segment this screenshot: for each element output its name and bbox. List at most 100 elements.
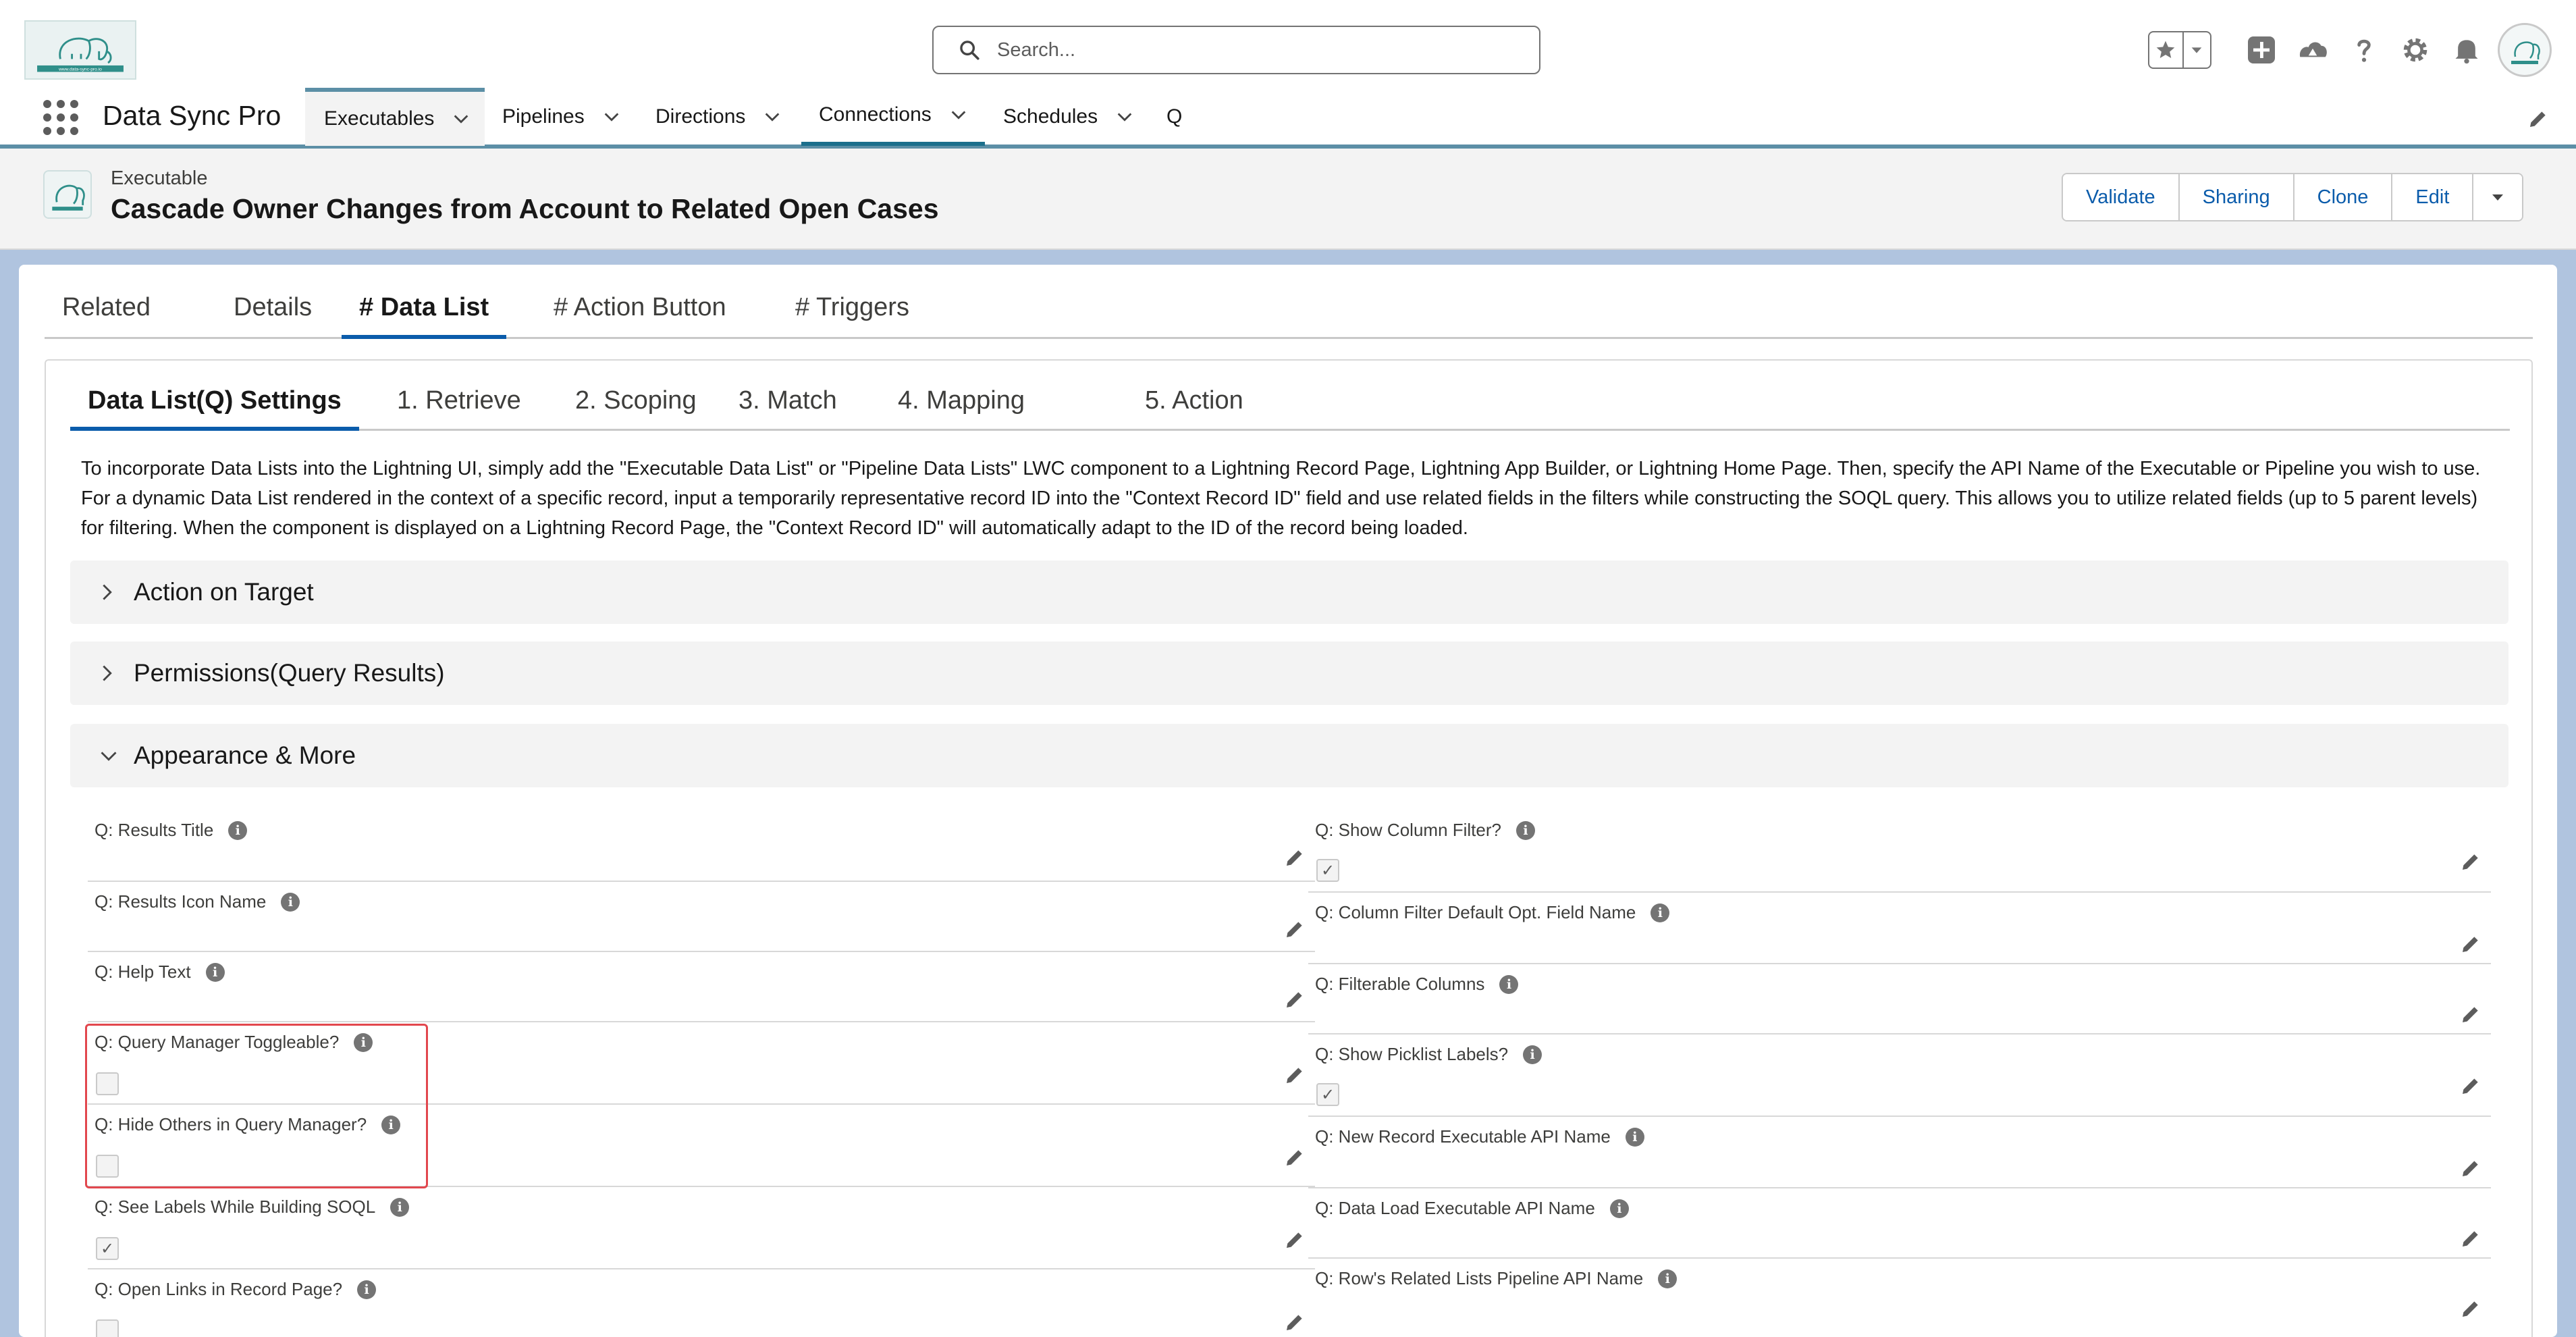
edit-field-button[interactable] <box>1281 916 1308 943</box>
edit-field-button[interactable] <box>1281 1144 1308 1171</box>
pencil-icon <box>2463 1231 2478 1247</box>
instruction-line: For a dynamic Data List rendered in the … <box>81 488 2478 509</box>
edit-field-button[interactable] <box>1281 844 1308 871</box>
search-icon <box>960 41 980 60</box>
section-title: Appearance & More <box>134 741 356 769</box>
edit-field-button[interactable] <box>2457 1001 2484 1028</box>
user-avatar[interactable] <box>2498 23 2552 77</box>
sharing-button[interactable]: Sharing <box>2179 174 2295 220</box>
setup-button[interactable] <box>2390 24 2441 76</box>
highlight-box <box>85 1024 428 1188</box>
nav-item-q[interactable]: Q <box>1166 88 1182 146</box>
app-navigation-bar: Data Sync Pro Executables Pipelines Dire… <box>0 88 2576 149</box>
edit-nav-icon[interactable] <box>2527 108 2549 130</box>
trailhead-button[interactable] <box>2287 24 2338 76</box>
help-button[interactable] <box>2338 24 2390 76</box>
info-icon[interactable]: i <box>1499 974 1519 994</box>
trailhead-icon <box>2299 42 2327 57</box>
chevron-down-icon[interactable] <box>763 107 782 126</box>
nav-item-executables[interactable]: Executables <box>305 88 485 146</box>
show-column-filter-checkbox[interactable]: ✓ <box>1316 859 1339 882</box>
section-permissions[interactable]: Permissions(Query Results) <box>70 641 2508 705</box>
edit-field-button[interactable] <box>2457 1225 2484 1252</box>
favorites-menu-button[interactable] <box>2184 32 2210 68</box>
chevron-down-icon[interactable] <box>949 105 968 124</box>
more-actions-button[interactable] <box>2473 174 2523 220</box>
edit-field-button[interactable] <box>2457 1155 2484 1182</box>
show-picklist-labels-checkbox[interactable]: ✓ <box>1316 1083 1339 1106</box>
nav-item-directions[interactable]: Directions <box>655 88 782 146</box>
info-icon[interactable]: i <box>1515 820 1535 840</box>
info-icon[interactable]: i <box>228 820 248 840</box>
pencil-icon <box>1287 1150 1302 1165</box>
field-new-record-executable-api-name: Q: New Record Executable API Name i <box>1308 1117 2491 1188</box>
field-filterable-columns: Q: Filterable Columns i <box>1308 964 2491 1034</box>
edit-field-button[interactable] <box>2457 1295 2484 1322</box>
info-icon[interactable]: i <box>1609 1199 1629 1218</box>
subtab-match[interactable]: 3. Match <box>739 386 837 431</box>
field-label: Q: Row's Related Lists Pipeline API Name <box>1315 1268 1644 1288</box>
edit-field-button[interactable] <box>1281 1061 1308 1089</box>
pencil-icon <box>2463 1301 2478 1317</box>
chevron-down-icon[interactable] <box>602 107 621 126</box>
subtab-data-list-settings[interactable]: Data List(Q) Settings <box>70 386 359 431</box>
field-show-column-filter: Q: Show Column Filter? i ✓ <box>1308 810 2491 893</box>
nav-item-connections[interactable]: Connections <box>801 88 985 146</box>
field-label: Q: Results Title <box>95 820 214 840</box>
nav-item-label: Executables <box>324 107 435 130</box>
info-icon[interactable]: i <box>390 1197 410 1217</box>
chevron-right-icon <box>103 665 112 681</box>
subtab-mapping[interactable]: 4. Mapping <box>898 386 1025 431</box>
nav-item-schedules[interactable]: Schedules <box>1003 88 1134 146</box>
tab-details[interactable]: Details <box>234 288 312 339</box>
pencil-icon <box>1287 1315 1302 1330</box>
edit-field-button[interactable] <box>2457 1072 2484 1099</box>
add-icon <box>2248 36 2275 63</box>
subtab-scoping[interactable]: 2. Scoping <box>575 386 697 431</box>
info-icon[interactable]: i <box>205 962 225 982</box>
edit-field-button[interactable] <box>1281 1226 1308 1253</box>
help-icon <box>2357 39 2371 62</box>
field-data-load-executable-api-name: Q: Data Load Executable API Name i <box>1308 1188 2491 1259</box>
chevron-down-icon[interactable] <box>452 109 471 128</box>
edit-field-button[interactable] <box>1281 986 1308 1013</box>
section-action-on-target[interactable]: Action on Target <box>70 560 2508 624</box>
subtab-retrieve[interactable]: 1. Retrieve <box>397 386 521 431</box>
field-rows-related-lists-pipeline-api-name: Q: Row's Related Lists Pipeline API Name… <box>1308 1259 2491 1329</box>
search-input[interactable] <box>997 38 1510 61</box>
app-launcher-icon[interactable] <box>43 100 78 135</box>
open-links-checkbox[interactable] <box>96 1319 119 1337</box>
info-icon[interactable]: i <box>1625 1127 1644 1147</box>
org-logo[interactable]: www.data-sync-pro.io <box>24 20 136 80</box>
record-action-buttons: Validate Sharing Clone Edit <box>2062 173 2524 221</box>
edit-field-button[interactable] <box>2457 930 2484 958</box>
chevron-down-icon[interactable] <box>1115 107 1134 126</box>
tab-triggers[interactable]: # Triggers <box>795 288 909 339</box>
checkmark-icon: ✓ <box>1320 861 1335 880</box>
clone-button[interactable]: Clone <box>2294 174 2393 220</box>
info-icon[interactable]: i <box>1651 903 1670 922</box>
edit-button[interactable]: Edit <box>2392 174 2474 220</box>
section-title: Action on Target <box>134 578 314 606</box>
tab-action-button[interactable]: # Action Button <box>554 288 726 339</box>
see-labels-checkbox[interactable]: ✓ <box>96 1237 119 1260</box>
info-icon[interactable]: i <box>1658 1269 1678 1288</box>
subtab-action[interactable]: 5. Action <box>1145 386 1243 431</box>
favorites-star-button[interactable] <box>2149 32 2184 68</box>
edit-field-button[interactable] <box>1281 1309 1308 1336</box>
pencil-icon <box>2463 1078 2478 1094</box>
info-icon[interactable]: i <box>1523 1045 1542 1064</box>
notifications-button[interactable] <box>2441 24 2492 76</box>
info-icon[interactable]: i <box>357 1280 377 1299</box>
tab-related[interactable]: Related <box>62 288 151 339</box>
global-search[interactable] <box>932 26 1540 74</box>
section-appearance-more[interactable]: Appearance & More <box>70 724 2508 787</box>
global-actions-button[interactable] <box>2236 24 2287 76</box>
data-list-subtabset: Data List(Q) Settings 1. Retrieve 2. Sco… <box>70 386 2510 431</box>
field-label: Q: New Record Executable API Name <box>1315 1126 1611 1147</box>
tab-data-list[interactable]: # Data List <box>342 288 507 339</box>
nav-item-pipelines[interactable]: Pipelines <box>502 88 621 146</box>
edit-field-button[interactable] <box>2457 848 2484 875</box>
info-icon[interactable]: i <box>281 892 300 912</box>
validate-button[interactable]: Validate <box>2063 174 2180 220</box>
